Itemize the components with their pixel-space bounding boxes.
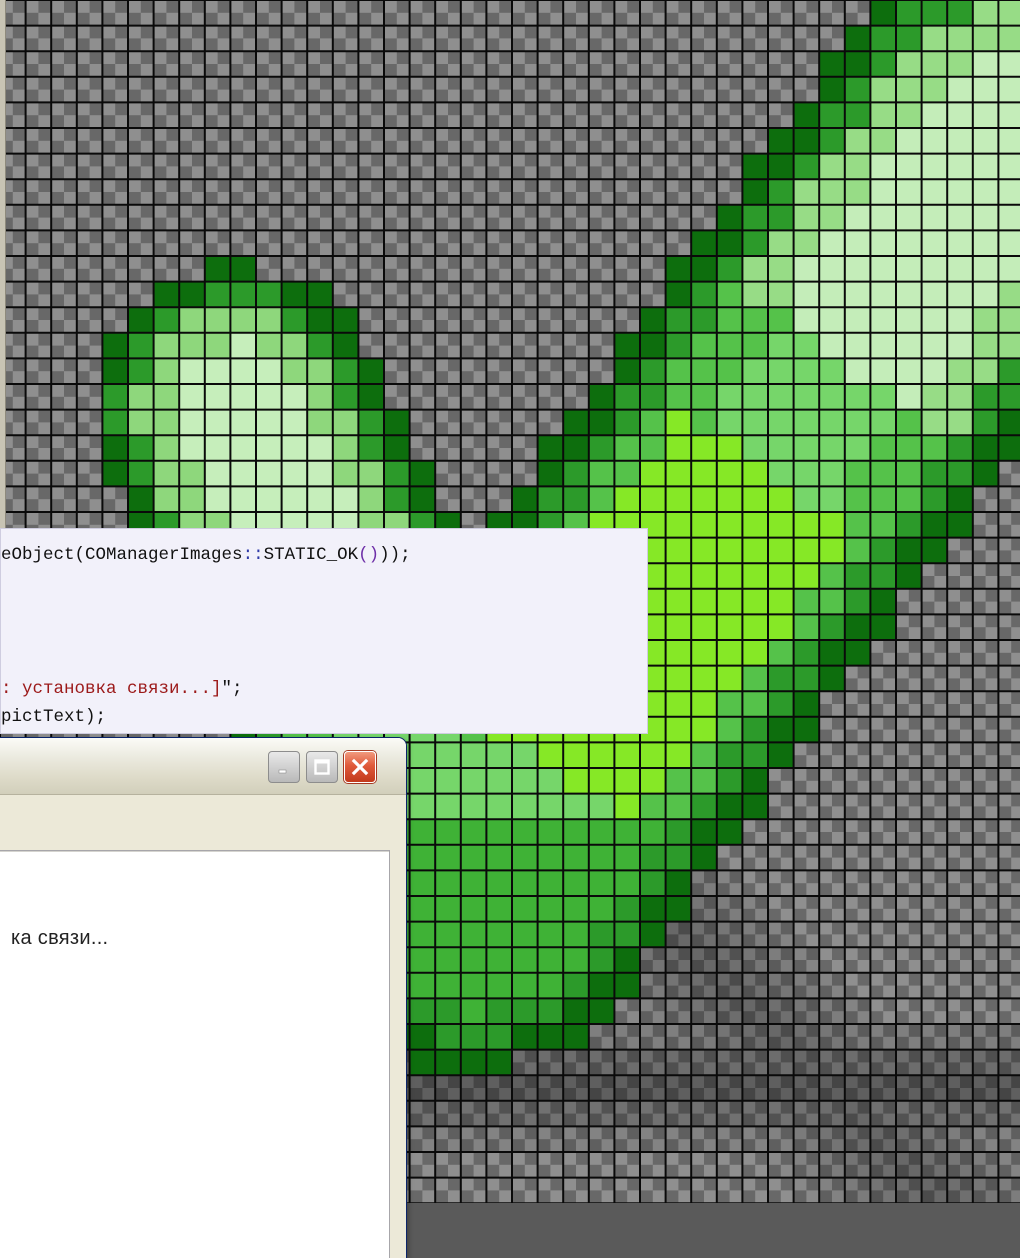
code-token: () (358, 545, 380, 565)
code-token: COManagerImages (85, 545, 243, 565)
code-token: )); (379, 545, 411, 565)
code-token: "; (221, 679, 243, 699)
close-button[interactable] (344, 751, 376, 783)
connection-status-text: ка связи... (11, 927, 109, 949)
code-token: ( (74, 545, 86, 565)
code-line: pictText); (1, 705, 106, 729)
code-token: :: (242, 545, 264, 565)
minimize-icon (278, 769, 287, 774)
code-token: eObject (1, 545, 75, 565)
code-line: : установка связи...]"; (1, 677, 243, 701)
window-titlebar[interactable] (0, 738, 406, 795)
code-string: : установка связи...] (1, 679, 222, 699)
code-token: STATIC_OK (263, 545, 359, 565)
code-token: pictText); (1, 707, 107, 727)
code-line: eObject(COManagerImages::STATIC_OK())); (1, 543, 411, 567)
editor-left-border (0, 0, 6, 530)
minimize-button[interactable] (268, 751, 300, 783)
close-icon (351, 758, 369, 776)
status-text-area[interactable]: ка связи... (0, 850, 390, 1258)
dialog-window: ка связи... (0, 738, 406, 1258)
maximize-button[interactable] (306, 751, 338, 783)
maximize-icon (314, 759, 330, 775)
code-snippet-panel: eObject(COManagerImages::STATIC_OK())); … (0, 528, 648, 734)
window-client-area: ка связи... (0, 795, 400, 1258)
